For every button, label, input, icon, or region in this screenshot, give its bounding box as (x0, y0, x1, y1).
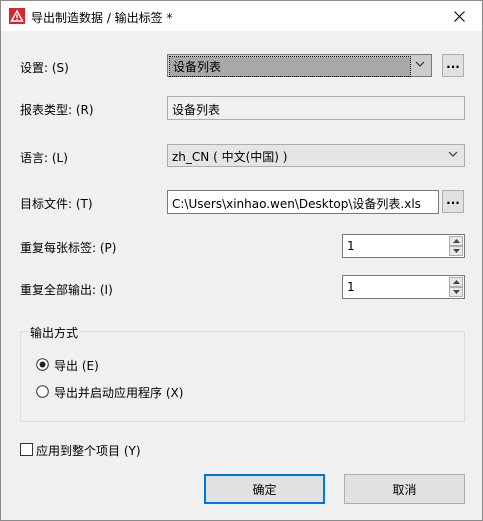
repeat-each-value: 1 (347, 239, 355, 253)
settings-value: 设备列表 (169, 56, 411, 77)
settings-dropdown[interactable]: 设备列表 (167, 54, 432, 77)
settings-more-button[interactable]: ... (442, 54, 464, 77)
close-icon (453, 10, 465, 22)
output-mode-group (20, 331, 465, 422)
radio-export-label[interactable]: 导出 (E) (54, 357, 99, 374)
stepper-down-button[interactable] (449, 287, 463, 297)
stepper-down-button[interactable] (449, 246, 463, 256)
close-button[interactable] (436, 1, 482, 31)
language-value: zh_CN ( 中文(中国) ) (172, 150, 288, 164)
radio-export[interactable] (36, 358, 49, 371)
stepper-buttons (449, 277, 463, 297)
stepper-up-button[interactable] (449, 236, 463, 246)
language-dropdown[interactable]: zh_CN ( 中文(中国) ) (167, 144, 465, 167)
stepper-up-button[interactable] (449, 277, 463, 287)
target-file-value: C:\Users\xinhao.wen\Desktop\设备列表.xls (172, 197, 421, 211)
ok-button[interactable]: 确定 (204, 474, 325, 504)
target-file-label: 目标文件: (T) (20, 197, 93, 211)
apply-project-checkbox[interactable] (20, 443, 33, 456)
window-title: 导出制造数据 / 输出标签 * (31, 11, 173, 25)
repeat-all-label: 重复全部输出: (I) (20, 283, 113, 297)
radio-export-launch[interactable] (36, 385, 49, 398)
app-warning-icon (9, 8, 25, 24)
language-label: 语言: (L) (20, 151, 68, 165)
repeat-each-label: 重复每张标签: (P) (20, 241, 117, 255)
caret-up-icon (452, 280, 460, 284)
radio-export-launch-label[interactable]: 导出并启动应用程序 (X) (54, 384, 183, 401)
caret-down-icon (452, 249, 460, 253)
apply-project-label[interactable]: 应用到整个项目 (Y) (36, 442, 141, 459)
stepper-buttons (449, 236, 463, 256)
report-type-field: 设备列表 (167, 96, 465, 120)
report-type-label: 报表类型: (R) (20, 103, 94, 117)
repeat-all-stepper[interactable]: 1 (342, 275, 465, 299)
output-mode-title: 输出方式 (28, 324, 81, 341)
caret-down-icon (452, 290, 460, 294)
chevron-down-icon (448, 151, 458, 157)
settings-label: 设置: (S) (20, 61, 69, 75)
cancel-button[interactable]: 取消 (344, 474, 465, 504)
caret-up-icon (452, 239, 460, 243)
report-type-value: 设备列表 (172, 103, 221, 117)
repeat-each-stepper[interactable]: 1 (342, 234, 465, 258)
repeat-all-value: 1 (347, 280, 355, 294)
chevron-down-icon (415, 61, 425, 67)
target-file-input[interactable]: C:\Users\xinhao.wen\Desktop\设备列表.xls (167, 190, 439, 214)
target-file-browse-button[interactable]: ... (442, 190, 464, 213)
export-dialog: 导出制造数据 / 输出标签 * 设置: (S) 设备列表 ... 报表类型: (… (0, 0, 483, 521)
title-bar: 导出制造数据 / 输出标签 * (1, 1, 482, 31)
